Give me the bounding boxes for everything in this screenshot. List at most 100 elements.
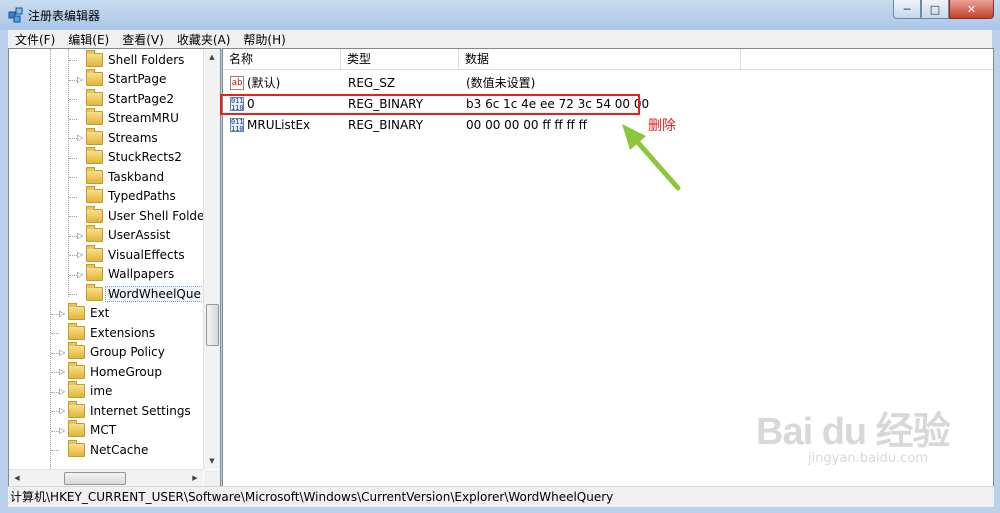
folder-icon [68, 303, 85, 320]
tree-item-label: StartPage2 [108, 91, 174, 106]
scroll-down-icon[interactable]: ▼ [204, 453, 220, 469]
title-bar: 注册表编辑器 ─ □ ✕ [0, 0, 1000, 30]
tree-horizontal-scrollbar[interactable]: ◀ ▶ [9, 469, 203, 486]
tree-item[interactable]: ▷ ime [59, 381, 112, 401]
tree-item[interactable]: ▷ StartPage [77, 69, 166, 89]
tree-item-label: User Shell Folde [108, 208, 205, 223]
registry-tree[interactable]: Shell Folders ▷ StartPage StartPage2 StreamM… [8, 48, 221, 487]
tree-item-label: MCT [90, 423, 117, 437]
tree-item[interactable]: ▷ MCT [59, 420, 117, 440]
window-title: 注册表编辑器 [28, 9, 101, 23]
value-data: 00 00 00 00 ff ff ff ff [466, 118, 587, 132]
tree-item[interactable]: User Shell Folde [77, 205, 205, 225]
tree-item-label: WordWheelQue [105, 285, 204, 302]
watermark-logo: Bai du 经验 [756, 411, 951, 453]
tree-vertical-scroll-thumb[interactable] [206, 304, 219, 346]
tree-item-label: Extensions [90, 325, 156, 340]
column-header-data[interactable]: 数据 [459, 49, 741, 70]
folder-icon [86, 108, 103, 125]
tree-item-label: StreamMRU [108, 111, 179, 125]
folder-icon [86, 127, 103, 145]
expand-arrow-icon[interactable]: ▷ [59, 367, 68, 376]
tree-item-label: Shell Folders [108, 52, 185, 67]
string-value-icon: ab [230, 76, 244, 90]
tree-item[interactable]: ▷ Wallpapers [77, 264, 175, 284]
tree-item-label: TypedPaths [108, 189, 176, 203]
folder-icon [86, 225, 103, 242]
folder-icon [86, 283, 103, 301]
expand-arrow-icon[interactable]: ▷ [59, 406, 68, 415]
highlight-box [220, 94, 640, 115]
folder-icon [86, 166, 103, 184]
registry-editor-icon [8, 7, 23, 23]
value-type: REG_BINARY [348, 118, 424, 132]
close-button[interactable]: ✕ [949, 0, 994, 19]
value-row[interactable]: ab (默认) REG_SZ (数值未设置) [223, 73, 993, 94]
tree-item[interactable]: Extensions [59, 322, 156, 342]
folder-icon [86, 244, 103, 262]
menu-favorites[interactable]: 收藏夹(A) [170, 31, 237, 48]
tree-item-label: Internet Settings [90, 403, 191, 418]
tree-item[interactable]: ▷ Ext [59, 303, 110, 323]
menu-help[interactable]: 帮助(H) [236, 31, 291, 48]
expand-arrow-icon[interactable]: ▷ [77, 270, 86, 279]
scroll-left-icon[interactable]: ◀ [9, 470, 25, 486]
expand-arrow-icon[interactable]: ▷ [77, 231, 86, 240]
minimize-button[interactable]: ─ [893, 0, 921, 19]
tree-item-label: VisualEffects [108, 247, 185, 262]
tree-item-label: Ext [90, 306, 110, 320]
tree-item[interactable]: NetCache [59, 439, 149, 459]
tree-vertical-scrollbar[interactable]: ▲ ▼ [203, 49, 220, 469]
folder-icon [68, 381, 85, 398]
tree-item[interactable]: TypedPaths [77, 186, 176, 206]
tree-item[interactable]: ▷ Streams [77, 127, 158, 147]
scrollbar-corner [204, 470, 220, 486]
tree-item[interactable]: StartPage2 [77, 88, 174, 108]
expand-arrow-icon[interactable]: ▷ [59, 348, 68, 357]
menu-file[interactable]: 文件(F) [8, 31, 61, 48]
value-data: (数值未设置) [466, 76, 536, 90]
folder-icon [86, 69, 103, 86]
tree-item[interactable]: Taskband [77, 166, 165, 186]
watermark: Bai du 经验 jingyan.baidu.com [756, 400, 951, 466]
column-header-name[interactable]: 名称 [223, 49, 341, 70]
folder-icon [86, 264, 103, 281]
maximize-button[interactable]: □ [921, 0, 949, 19]
annotation-label: 删除 [648, 118, 676, 134]
folder-icon [68, 322, 85, 340]
tree-item-label: Streams [108, 130, 158, 145]
folder-icon [68, 439, 85, 457]
tree-horizontal-scroll-thumb[interactable] [64, 472, 126, 485]
folder-icon [68, 342, 85, 359]
folder-icon [68, 420, 85, 437]
expand-arrow-icon[interactable]: ▷ [77, 75, 86, 84]
status-bar-path: 计算机\HKEY_CURRENT_USER\Software\Microsoft… [8, 486, 994, 507]
column-header-type[interactable]: 类型 [341, 49, 459, 70]
menu-edit[interactable]: 编辑(E) [61, 31, 115, 48]
expand-arrow-icon[interactable]: ▷ [77, 250, 86, 259]
tree-item[interactable]: ▷ Group Policy [59, 342, 165, 362]
tree-item[interactable]: StreamMRU [77, 108, 179, 128]
column-header-filler [741, 49, 993, 70]
menu-view[interactable]: 查看(V) [115, 31, 170, 48]
tree-item-label: Taskband [108, 169, 165, 184]
expand-arrow-icon[interactable]: ▷ [59, 309, 68, 318]
scroll-up-icon[interactable]: ▲ [204, 49, 220, 65]
scroll-right-icon[interactable]: ▶ [187, 470, 203, 486]
expand-arrow-icon[interactable]: ▷ [77, 133, 86, 142]
tree-item[interactable]: ▷ VisualEffects [77, 244, 185, 264]
expand-arrow-icon[interactable]: ▷ [59, 426, 68, 435]
folder-icon [68, 361, 85, 379]
expand-arrow-icon[interactable]: ▷ [59, 387, 68, 396]
tree-item[interactable]: ▷ HomeGroup [59, 361, 162, 381]
tree-item[interactable]: WordWheelQue [77, 283, 204, 303]
tree-item[interactable]: ▷ UserAssist [77, 225, 171, 245]
tree-item-label: NetCache [90, 442, 149, 457]
tree-item[interactable]: StuckRects2 [77, 147, 182, 167]
tree-item-label: Wallpapers [108, 267, 175, 281]
tree-item-label: UserAssist [108, 228, 171, 242]
tree-item[interactable]: Shell Folders [77, 49, 185, 69]
folder-icon [86, 186, 103, 203]
tree-item-label: StuckRects2 [108, 150, 182, 164]
tree-item[interactable]: ▷ Internet Settings [59, 400, 191, 420]
